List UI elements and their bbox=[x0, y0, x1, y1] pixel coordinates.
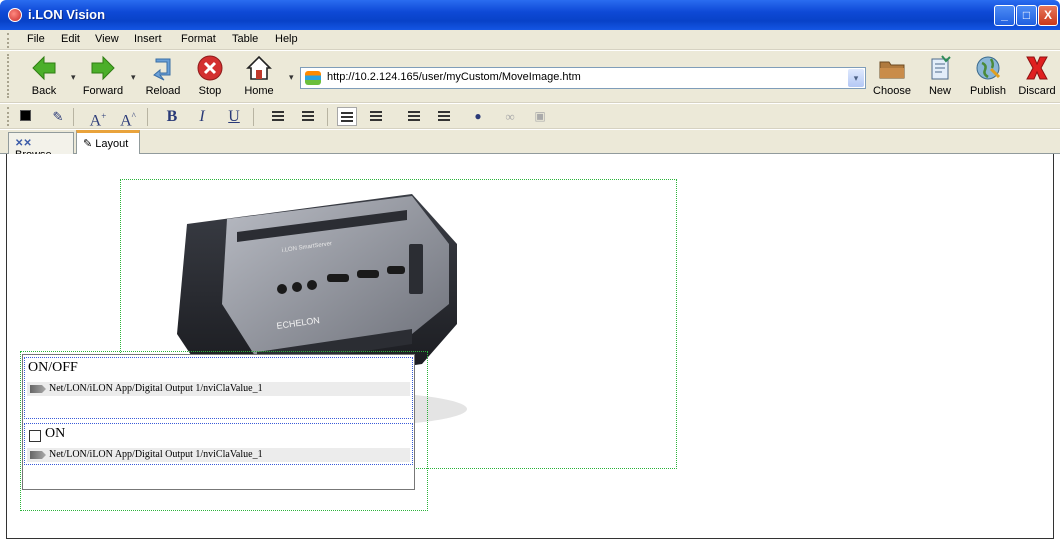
on-off-label: ON/OFF bbox=[28, 360, 78, 375]
window-title: i.LON Vision bbox=[28, 7, 106, 22]
stop-label: Stop bbox=[198, 85, 222, 97]
reload-label: Reload bbox=[145, 85, 181, 97]
back-button[interactable]: Back bbox=[24, 53, 64, 97]
page-icon bbox=[305, 71, 321, 85]
menu-view[interactable]: View bbox=[95, 33, 119, 45]
on-binding-path: Net/LON/iLON App/Digital Output 1/nviCla… bbox=[27, 448, 410, 462]
publish-label: Publish bbox=[969, 85, 1007, 97]
new-label: New bbox=[928, 85, 951, 97]
toolbar-grip[interactable] bbox=[7, 107, 10, 126]
reload-icon bbox=[153, 58, 171, 81]
tab-layout-label: Layout bbox=[95, 138, 129, 150]
justify-icon[interactable] bbox=[434, 107, 454, 126]
anchor-icon[interactable]: ● bbox=[468, 107, 488, 126]
font-size-down-icon[interactable]: A^ bbox=[118, 107, 138, 129]
align-center-icon[interactable] bbox=[366, 107, 386, 126]
discard-button[interactable]: Discard bbox=[1017, 53, 1057, 97]
indent-icon[interactable] bbox=[298, 107, 318, 126]
on-checkbox-widget[interactable]: ON Net/LON/iLON App/Digital Output 1/nvi… bbox=[24, 423, 413, 465]
menu-bar: File Edit View Insert Format Table Help bbox=[0, 30, 1060, 50]
menu-table[interactable]: Table bbox=[232, 33, 258, 45]
menu-help[interactable]: Help bbox=[275, 33, 298, 45]
outdent-icon[interactable] bbox=[268, 107, 288, 126]
on-off-widget[interactable]: ON/OFF Net/LON/iLON App/Digital Output 1… bbox=[24, 357, 413, 419]
menu-insert[interactable]: Insert bbox=[134, 33, 162, 45]
title-bar: i.LON Vision _ □ X bbox=[0, 0, 1060, 30]
separator bbox=[327, 108, 328, 126]
home-button[interactable]: Home bbox=[241, 53, 277, 97]
forward-label: Forward bbox=[82, 85, 124, 97]
stop-icon bbox=[197, 55, 223, 81]
separator bbox=[147, 108, 148, 126]
forward-arrow-icon bbox=[91, 55, 115, 81]
folder-icon bbox=[879, 61, 905, 79]
home-label: Home bbox=[244, 85, 274, 97]
on-off-binding-path: Net/LON/iLON App/Digital Output 1/nviCla… bbox=[27, 382, 410, 396]
browse-icon: ✕✕ bbox=[15, 138, 32, 149]
discard-x-icon bbox=[1026, 56, 1048, 80]
layout-brush-icon: ✎ bbox=[83, 138, 93, 150]
forward-button[interactable]: Forward bbox=[80, 53, 126, 97]
unlink-icon[interactable]: ▣ bbox=[530, 107, 550, 126]
menu-format[interactable]: Format bbox=[181, 33, 216, 45]
address-dropdown-icon[interactable]: ▾ bbox=[848, 69, 864, 87]
italic-button[interactable]: I bbox=[192, 107, 212, 126]
app-icon bbox=[8, 8, 22, 22]
menu-edit[interactable]: Edit bbox=[61, 33, 80, 45]
publish-button[interactable]: Publish bbox=[968, 53, 1008, 97]
address-bar[interactable]: http://10.2.124.165/user/myCustom/MoveIm… bbox=[300, 67, 866, 89]
globe-icon bbox=[976, 56, 1001, 80]
pencil-icon[interactable]: ✎ bbox=[48, 107, 68, 126]
on-checkbox[interactable] bbox=[29, 430, 41, 442]
format-toolbar: ✎ A+ A^ B I U ● ∞ ▣ bbox=[0, 104, 1060, 129]
tab-layout[interactable]: ✎ Layout bbox=[76, 130, 140, 155]
new-page-icon bbox=[931, 55, 951, 80]
widget-panel: ON/OFF Net/LON/iLON App/Digital Output 1… bbox=[22, 354, 415, 490]
discard-label: Discard bbox=[1018, 85, 1056, 97]
separator bbox=[73, 108, 74, 126]
back-dropdown-icon[interactable]: ▾ bbox=[71, 73, 76, 82]
bold-button[interactable]: B bbox=[162, 107, 182, 126]
tab-browse[interactable]: ✕✕ Browse bbox=[8, 132, 74, 161]
separator bbox=[253, 108, 254, 126]
on-off-path-text: Net/LON/iLON App/Digital Output 1/nviCla… bbox=[49, 383, 263, 394]
address-text[interactable]: http://10.2.124.165/user/myCustom/MoveIm… bbox=[327, 71, 581, 83]
choose-button[interactable]: Choose bbox=[872, 53, 912, 97]
arrow-icon bbox=[30, 451, 46, 459]
toolbar-grip[interactable] bbox=[7, 54, 10, 98]
back-label: Back bbox=[31, 85, 57, 97]
layout-canvas[interactable]: ECHELON i.LON SmartServer ON/OFF Net/LON… bbox=[6, 154, 1054, 539]
choose-label: Choose bbox=[873, 85, 911, 97]
close-button[interactable]: X bbox=[1038, 5, 1058, 26]
on-label: ON bbox=[45, 426, 66, 441]
link-icon[interactable]: ∞ bbox=[500, 107, 520, 126]
forward-dropdown-icon[interactable]: ▾ bbox=[131, 73, 136, 82]
back-arrow-icon bbox=[32, 55, 56, 81]
on-path-text: Net/LON/iLON App/Digital Output 1/nviCla… bbox=[49, 449, 263, 460]
maximize-button[interactable]: □ bbox=[1016, 5, 1037, 26]
reload-button[interactable]: Reload bbox=[143, 53, 183, 97]
align-left-icon[interactable] bbox=[337, 107, 357, 126]
align-right-icon[interactable] bbox=[404, 107, 424, 126]
home-dropdown-icon[interactable]: ▾ bbox=[289, 73, 294, 82]
home-icon bbox=[246, 55, 272, 80]
toolbar-grip[interactable] bbox=[7, 33, 10, 48]
new-button[interactable]: New bbox=[925, 53, 955, 97]
navigation-toolbar: Back ▾ Forward ▾ Reload Stop Home ▾ http… bbox=[0, 51, 1060, 103]
minimize-button[interactable]: _ bbox=[994, 5, 1015, 26]
arrow-icon bbox=[30, 385, 46, 393]
view-tabs: ✕✕ Browse ✎ Layout bbox=[0, 130, 1060, 161]
underline-button[interactable]: U bbox=[224, 107, 244, 126]
fill-color-icon[interactable] bbox=[16, 107, 36, 126]
menu-file[interactable]: File bbox=[27, 33, 45, 45]
font-size-up-icon[interactable]: A+ bbox=[88, 107, 108, 129]
stop-button[interactable]: Stop bbox=[192, 53, 228, 97]
